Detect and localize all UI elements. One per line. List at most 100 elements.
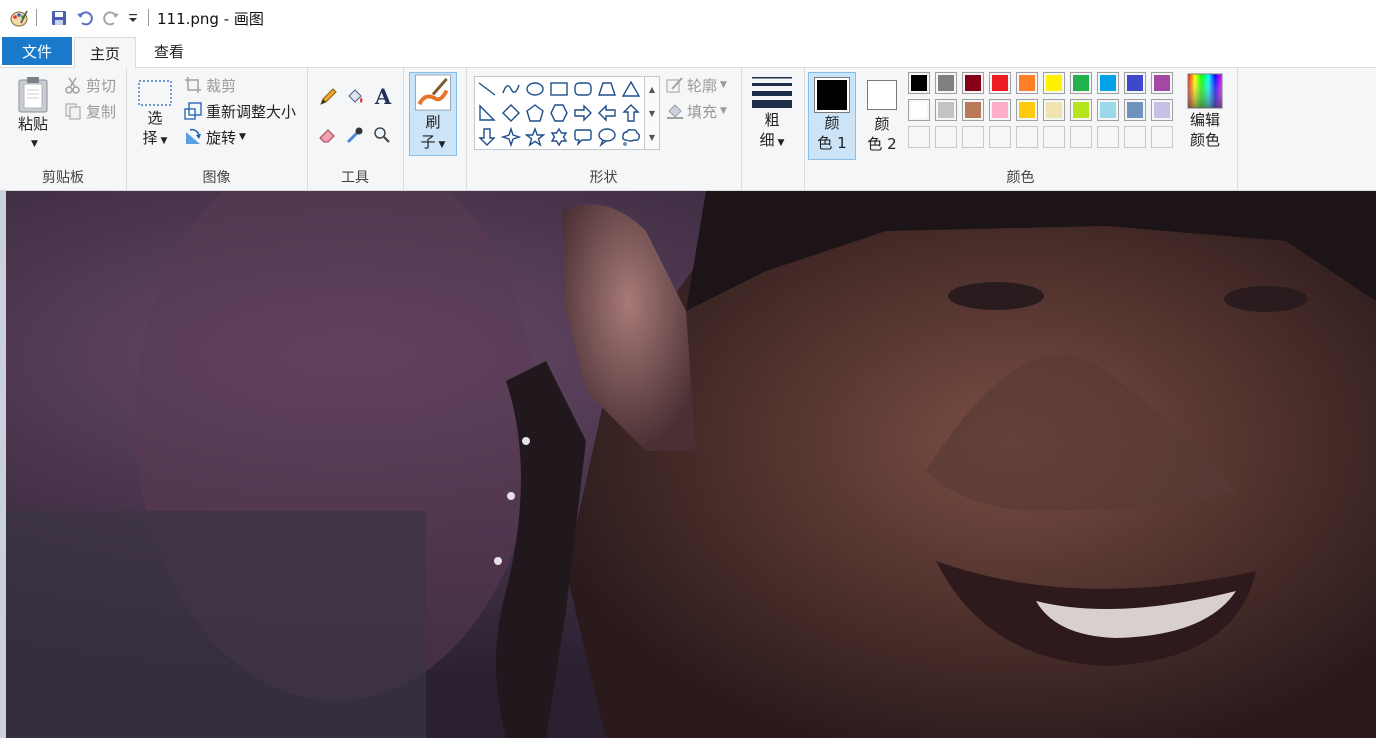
custom-color-slot[interactable] — [1151, 126, 1173, 148]
palette-swatch[interactable] — [908, 99, 930, 121]
pentagon-shape-icon[interactable] — [523, 101, 547, 125]
pencil-icon[interactable] — [317, 86, 339, 108]
custom-color-slot[interactable] — [1124, 126, 1146, 148]
palette-swatch-fill — [965, 75, 981, 91]
title-bar: 111.png - 画图 — [0, 0, 1376, 36]
custom-color-slot[interactable] — [962, 126, 984, 148]
group-label-tools: 工具 — [341, 170, 369, 186]
palette-swatch[interactable] — [1124, 72, 1146, 94]
resize-icon — [184, 102, 202, 120]
custom-color-slot[interactable] — [935, 126, 957, 148]
palette-swatch-fill — [1073, 102, 1089, 118]
palette-swatch[interactable] — [1151, 72, 1173, 94]
up-arrow-shape-icon[interactable] — [619, 101, 643, 125]
rectangle-shape-icon[interactable] — [547, 77, 571, 101]
palette-swatch[interactable] — [1097, 99, 1119, 121]
palette-swatch[interactable] — [1097, 72, 1119, 94]
gallery-expand-icon[interactable]: ▼ — [645, 125, 659, 149]
custom-color-slot[interactable] — [1070, 126, 1092, 148]
redo-icon[interactable] — [100, 7, 122, 29]
palette-swatch[interactable] — [1043, 99, 1065, 121]
color1-button[interactable]: 颜 色 1 — [808, 72, 856, 160]
size-button[interactable]: 粗 细 ▼ — [749, 74, 795, 153]
group-label-shapes: 形状 — [589, 170, 618, 186]
palette-swatch[interactable] — [1070, 72, 1092, 94]
palette-swatch[interactable] — [1070, 99, 1092, 121]
edit-colors-label-line1: 编辑 — [1189, 111, 1220, 129]
crop-button[interactable]: 裁剪 — [184, 74, 236, 96]
cut-label: 剪切 — [86, 76, 117, 95]
left-arrow-shape-icon[interactable] — [595, 101, 619, 125]
cut-button[interactable]: 剪切 — [64, 74, 116, 96]
resize-button[interactable]: 重新调整大小 — [184, 100, 296, 122]
tab-file[interactable]: 文件 — [2, 37, 72, 65]
brushes-button[interactable]: 刷 子 ▼ — [409, 72, 457, 156]
palette-swatch[interactable] — [989, 99, 1011, 121]
right-triangle-shape-icon[interactable] — [475, 101, 499, 125]
custom-color-slot[interactable] — [1016, 126, 1038, 148]
copy-button[interactable]: 复制 — [64, 100, 116, 122]
oval-callout-shape-icon[interactable] — [595, 125, 619, 149]
shapes-gallery-scrollbar[interactable]: ▲ ▼ ▼ — [644, 76, 660, 150]
palette-swatch[interactable] — [935, 99, 957, 121]
custom-color-slot[interactable] — [908, 126, 930, 148]
tab-view[interactable]: 查看 — [140, 37, 198, 66]
tab-home[interactable]: 主页 — [74, 37, 136, 68]
canvas-workspace[interactable] — [0, 191, 1376, 738]
drawing-canvas[interactable] — [6, 191, 1376, 738]
palette-swatch[interactable] — [989, 72, 1011, 94]
color2-button[interactable]: 颜 色 2 — [860, 72, 904, 160]
palette-swatch[interactable] — [1043, 72, 1065, 94]
down-arrow-shape-icon[interactable] — [475, 125, 499, 149]
text-icon[interactable]: A — [371, 84, 395, 109]
palette-swatch[interactable] — [1016, 99, 1038, 121]
paste-button[interactable]: 粘贴 ▼ — [10, 74, 56, 154]
qat-separator — [36, 9, 37, 26]
fill-button[interactable]: 填充 ▼ — [666, 100, 727, 122]
palette-swatch[interactable] — [1124, 99, 1146, 121]
chevron-down-icon: ▼ — [777, 138, 785, 148]
color1-fill — [817, 80, 847, 110]
magnifier-icon[interactable] — [371, 124, 393, 146]
color2-swatch — [867, 80, 897, 110]
palette-swatch-fill — [911, 75, 927, 91]
hexagon-shape-icon[interactable] — [547, 101, 571, 125]
rounded-callout-shape-icon[interactable] — [571, 125, 595, 149]
curve-shape-icon[interactable] — [499, 77, 523, 101]
palette-swatch[interactable] — [962, 72, 984, 94]
rounded-rectangle-shape-icon[interactable] — [571, 77, 595, 101]
select-button[interactable]: 选 择 ▼ — [134, 78, 176, 151]
rotate-button[interactable]: 旋转 ▼ — [184, 126, 246, 148]
eraser-icon[interactable] — [317, 124, 339, 146]
polygon-shape-icon[interactable] — [595, 77, 619, 101]
palette-swatch[interactable] — [935, 72, 957, 94]
custom-color-slot[interactable] — [1097, 126, 1119, 148]
color-picker-icon[interactable] — [344, 124, 366, 146]
custom-color-slot[interactable] — [989, 126, 1011, 148]
palette-swatch[interactable] — [1016, 72, 1038, 94]
edit-colors-button[interactable]: 编辑 颜色 — [1180, 72, 1230, 150]
palette-swatch[interactable] — [908, 72, 930, 94]
four-point-star-shape-icon[interactable] — [499, 125, 523, 149]
palette-swatch[interactable] — [1151, 99, 1173, 121]
palette-swatch[interactable] — [962, 99, 984, 121]
triangle-shape-icon[interactable] — [619, 77, 643, 101]
save-icon[interactable] — [48, 7, 70, 29]
line-shape-icon[interactable] — [475, 77, 499, 101]
undo-icon[interactable] — [74, 7, 96, 29]
five-point-star-shape-icon[interactable] — [523, 125, 547, 149]
custom-color-slot[interactable] — [1043, 126, 1065, 148]
six-point-star-shape-icon[interactable] — [547, 125, 571, 149]
outline-button[interactable]: 轮廓 ▼ — [666, 74, 727, 96]
gallery-scroll-down-icon[interactable]: ▼ — [645, 101, 659, 125]
group-colors: 颜 色 1 颜 色 2 编辑 颜色 颜色 — [804, 68, 1238, 190]
palette-swatch-fill — [911, 102, 927, 118]
oval-shape-icon[interactable] — [523, 77, 547, 101]
fill-bucket-icon[interactable] — [344, 86, 366, 108]
customize-qat-icon[interactable] — [122, 7, 144, 29]
diamond-shape-icon[interactable] — [499, 101, 523, 125]
paint-app-icon[interactable] — [8, 7, 30, 29]
cloud-callout-shape-icon[interactable] — [619, 125, 643, 149]
gallery-scroll-up-icon[interactable]: ▲ — [645, 77, 659, 101]
right-arrow-shape-icon[interactable] — [571, 101, 595, 125]
